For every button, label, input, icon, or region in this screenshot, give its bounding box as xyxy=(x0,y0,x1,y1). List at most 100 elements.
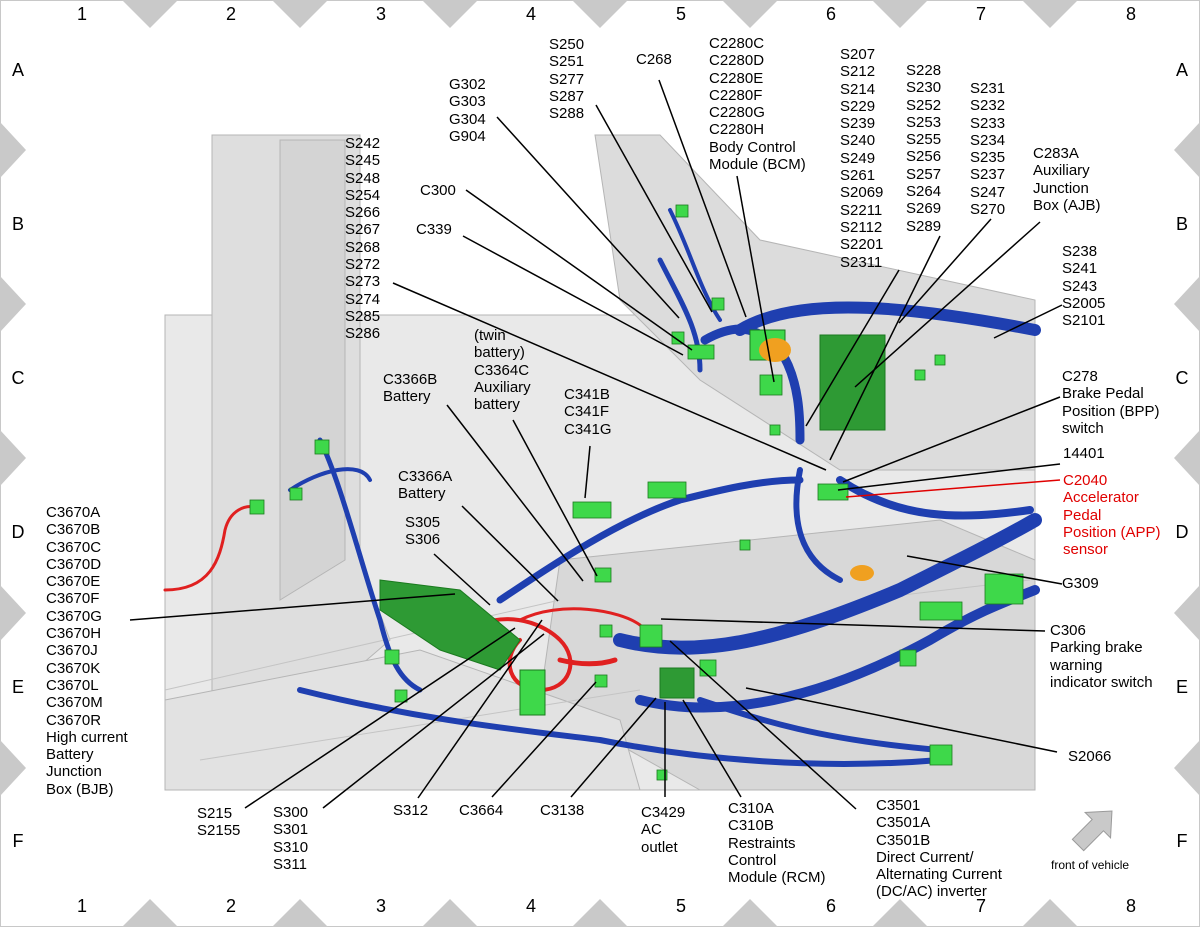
callout-line: C3670D xyxy=(46,555,102,573)
callout-line: C2280D xyxy=(709,52,765,70)
callout-line: Module (BCM) xyxy=(709,156,806,174)
callout-line: C339 xyxy=(416,221,452,238)
callout-line: Accelerator xyxy=(1063,489,1139,507)
callout-line: sensor xyxy=(1063,541,1109,559)
callout-line: C2280C xyxy=(709,35,765,52)
callout-line: G309 xyxy=(1062,575,1099,592)
callout-line: S230 xyxy=(906,79,942,97)
callout-line: S214 xyxy=(840,80,876,98)
callout-line: C3670A xyxy=(46,504,101,521)
connector xyxy=(572,501,612,519)
callout-line: warning xyxy=(1050,656,1103,674)
callout-line: C3366B xyxy=(383,371,438,388)
bcm-ground xyxy=(759,338,791,362)
callout-line: S2069 xyxy=(840,184,884,202)
callout-line: S256 xyxy=(906,148,942,166)
callout-s300-group: S300 S301 S310 S311 xyxy=(273,804,308,873)
connector xyxy=(687,344,715,360)
callout-line: C3366A xyxy=(398,468,453,485)
callout-line: C2280E xyxy=(709,69,764,87)
connector xyxy=(384,649,400,665)
callout-line: S228 xyxy=(906,62,942,79)
callout-c3366a: C3366A Battery xyxy=(398,468,452,503)
callout-line: Battery xyxy=(46,746,94,764)
connector xyxy=(899,649,917,667)
callout-line: C3670L xyxy=(46,676,99,694)
callout-line: S311 xyxy=(273,855,307,873)
grid-column-label: 4 xyxy=(525,4,536,24)
callout-line: Module (RCM) xyxy=(728,869,826,887)
callout-line: C2280H xyxy=(709,121,765,139)
callout-s242-group: S242 S245 S248 S254 S266 S267 S268 S272 S273 S274… xyxy=(345,135,380,343)
grid-marker-bottom-6 xyxy=(872,899,928,927)
connector xyxy=(739,539,751,551)
callout-c3664: C3664 xyxy=(459,802,503,819)
connector xyxy=(675,204,689,218)
grid-column-label: 8 xyxy=(1125,4,1136,24)
callout-line: C310B xyxy=(728,817,774,835)
grid-marker-left-4 xyxy=(0,585,26,641)
callout-line: S2066 xyxy=(1068,748,1112,765)
grid-marker-top-4 xyxy=(572,0,628,28)
callout-line: S240 xyxy=(840,132,876,150)
callout-line: S300 xyxy=(273,804,309,821)
grid-marker-left-1 xyxy=(0,122,26,178)
callout-line: C3670H xyxy=(46,625,102,643)
callout-s207-group: S207 S212 S214 S229 S239 S240 S249 S261 S2069 S22… xyxy=(840,46,883,271)
grid-column-label: 3 xyxy=(375,4,386,24)
connector xyxy=(249,499,265,515)
grid-column-label: 3 xyxy=(375,896,386,916)
callout-line: S269 xyxy=(906,200,942,218)
callout-c339: C339 xyxy=(416,221,452,238)
connector xyxy=(639,624,663,648)
callout-line: Direct Current/ xyxy=(876,848,974,866)
connector xyxy=(711,297,725,311)
callout-line: C3501B xyxy=(876,831,931,849)
callout-line: C341G xyxy=(564,420,612,438)
callout-line: S287 xyxy=(549,87,585,105)
callout-line: S255 xyxy=(906,131,942,149)
connector xyxy=(394,689,408,703)
grid-marker-left-3 xyxy=(0,430,26,486)
callout-c300: C300 xyxy=(420,182,456,199)
callout-line: C2040 xyxy=(1063,472,1108,489)
grid-column-label: 2 xyxy=(225,4,236,24)
grid-column-label: 8 xyxy=(1125,896,1136,916)
connector xyxy=(314,439,330,455)
callout-line: G304 xyxy=(449,110,486,128)
callout-c283a: C283A Auxiliary Junction Box (AJB) xyxy=(1033,145,1101,214)
grid-marker-bottom-3 xyxy=(422,899,478,927)
callout-line: S264 xyxy=(906,183,942,201)
callout-c3138: C3138 xyxy=(540,802,584,819)
callout-line: S248 xyxy=(345,169,381,187)
callout-line: S273 xyxy=(345,273,381,291)
callout-line: C341B xyxy=(564,386,610,403)
callout-s215-group: S215 S2155 xyxy=(197,805,240,840)
callout-line: C341F xyxy=(564,403,610,421)
callout-line: C3138 xyxy=(540,802,585,819)
callout-c3429: C3429 AC outlet xyxy=(641,804,685,856)
callout-s231-group: S231 S232 S233 S234 S235 S237 S247 S270 xyxy=(970,80,1005,218)
callout-line: S237 xyxy=(970,166,1006,184)
callout-line: C3429 xyxy=(641,804,686,821)
callout-line: Junction xyxy=(46,763,102,781)
callout-c3366b: C3366B Battery xyxy=(383,371,437,406)
callout-line: S261 xyxy=(840,167,876,185)
grid-column-label: 2 xyxy=(225,896,236,916)
callout-line: S274 xyxy=(345,290,381,308)
callout-line: C300 xyxy=(420,182,456,199)
callout-line: switch xyxy=(1062,419,1104,437)
callout-line: S2155 xyxy=(197,822,241,840)
callout-line: C3364C xyxy=(474,361,530,379)
callout-line: battery xyxy=(474,396,520,414)
callout-line: S310 xyxy=(273,838,309,856)
callout-line: S2101 xyxy=(1062,312,1106,330)
grid-column-label: 5 xyxy=(675,4,686,24)
callout-line: (twin xyxy=(474,327,506,344)
grid-marker-right-3 xyxy=(1174,430,1200,486)
callout-line: outlet xyxy=(641,838,678,856)
callout-line: S277 xyxy=(549,70,585,88)
grid-marker-top-6 xyxy=(872,0,928,28)
connector xyxy=(594,567,612,583)
callout-s312: S312 xyxy=(393,802,428,819)
